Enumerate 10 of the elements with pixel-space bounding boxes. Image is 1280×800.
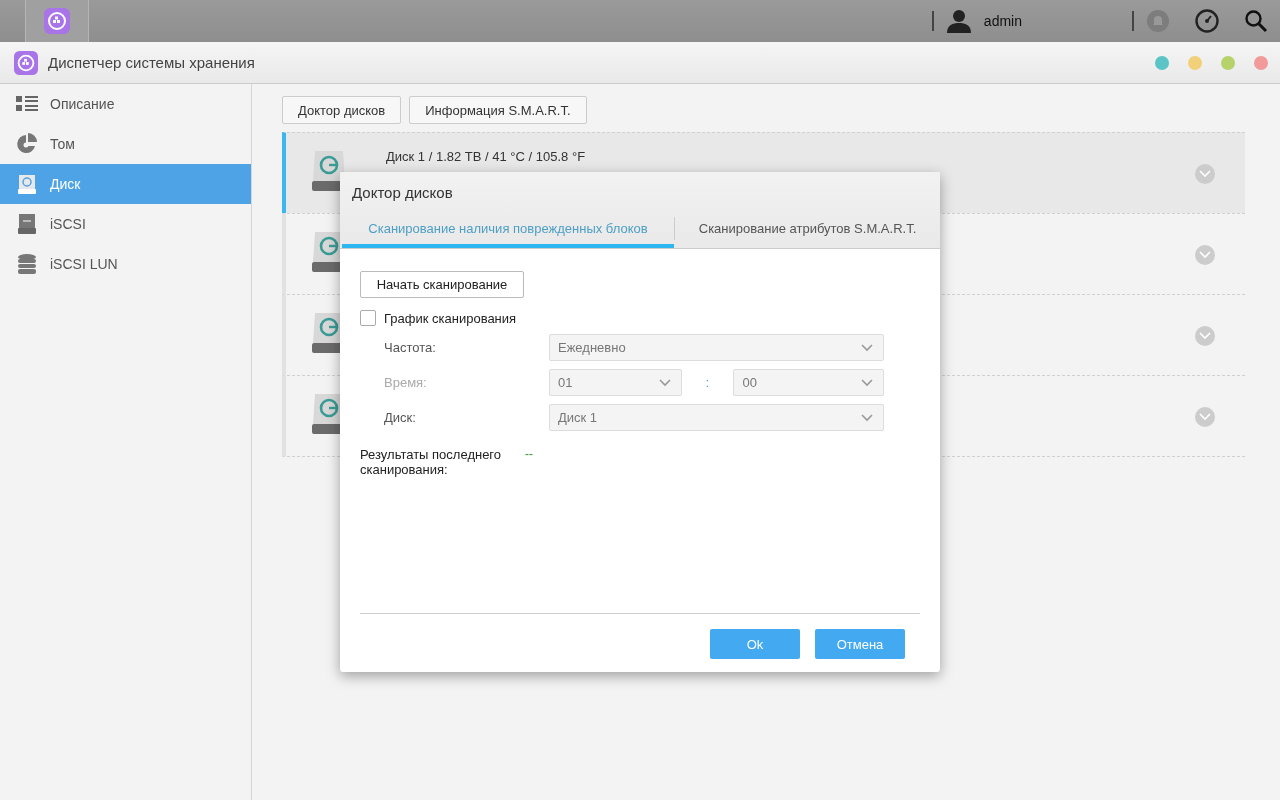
schedule-label: График сканирования: [384, 310, 517, 326]
field-label: Диск:: [384, 410, 417, 425]
time-separator: :: [704, 375, 711, 390]
results-value: --: [525, 447, 533, 463]
window-title: Диспетчер системы хранения: [48, 54, 256, 71]
results-label: Результаты последнего сканирования:: [360, 447, 503, 477]
disk-title: Диск 1 / 1.82 TB / 41 °C / 105.8 °F: [386, 149, 587, 164]
field-label: Частота:: [384, 340, 437, 355]
dialog-title: Доктор дисков: [351, 183, 454, 201]
field-label: Время:: [384, 375, 428, 390]
